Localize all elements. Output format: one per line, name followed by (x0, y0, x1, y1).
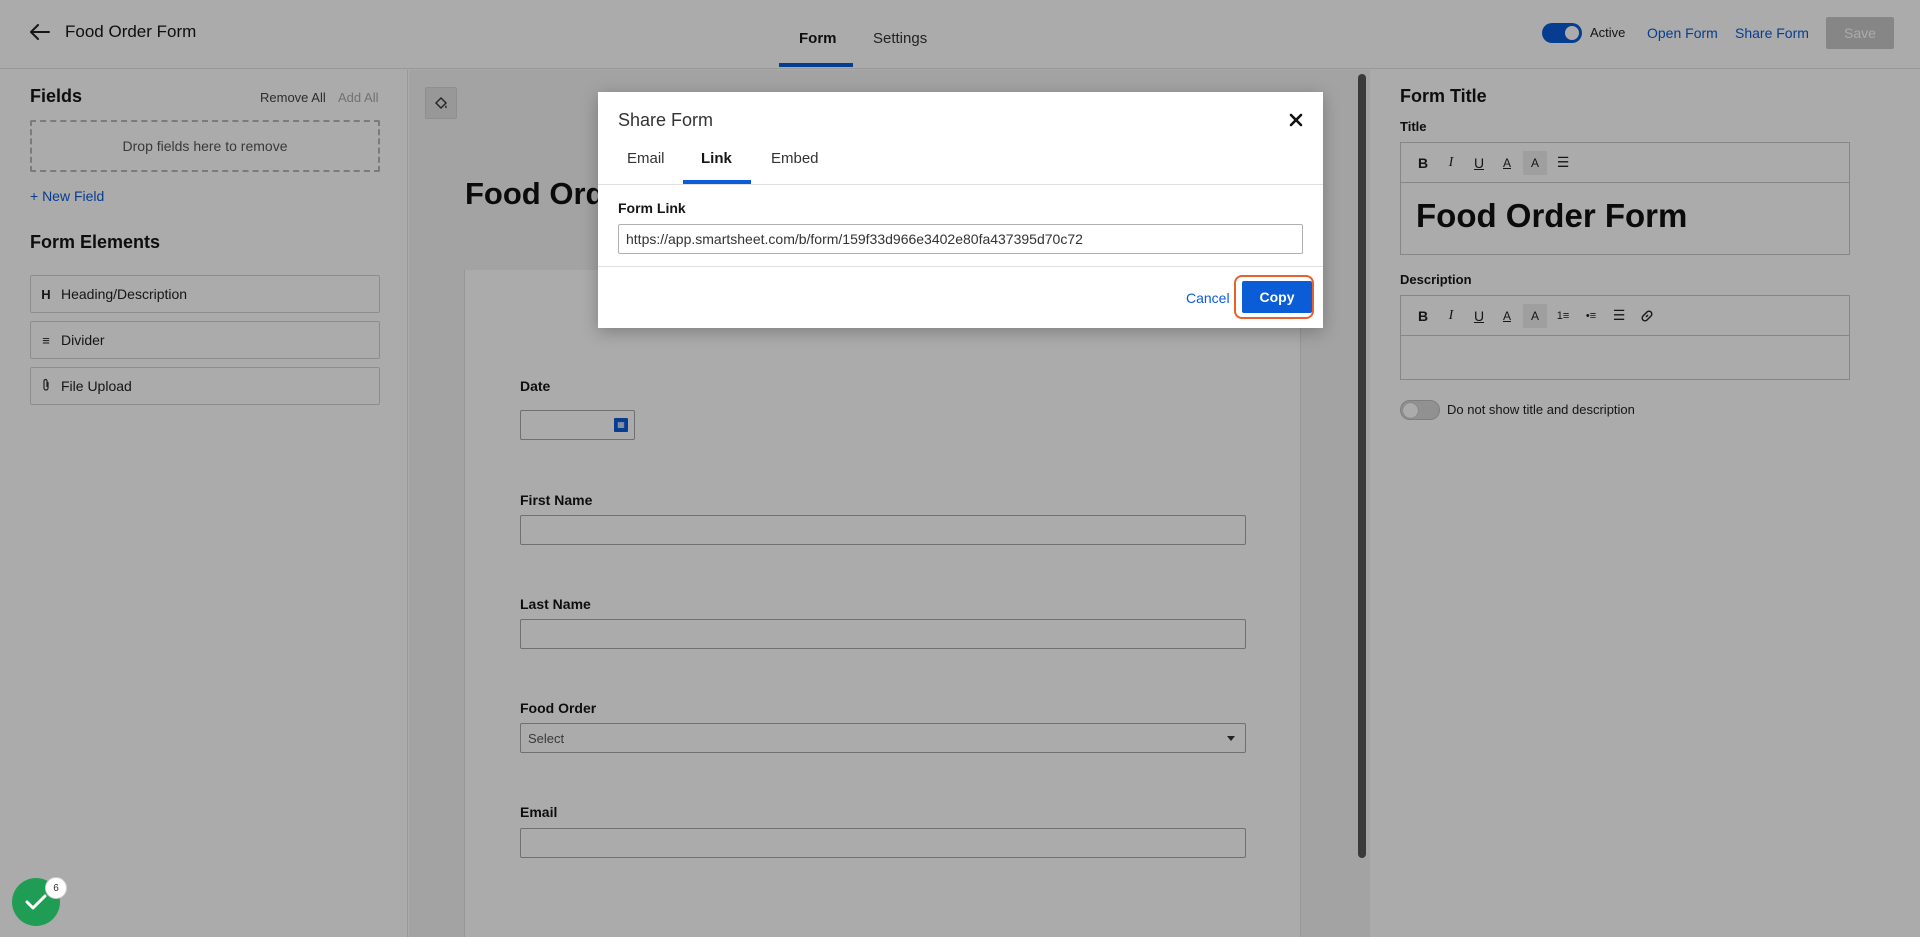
copy-button[interactable]: Copy (1242, 281, 1312, 313)
footer-divider (598, 266, 1323, 267)
share-form-dialog: Share Form Email Link Embed Form Link ht… (598, 92, 1323, 328)
form-link-label: Form Link (618, 200, 686, 216)
tab-embed[interactable]: Embed (771, 150, 819, 167)
dialog-title: Share Form (618, 110, 714, 130)
form-link-field[interactable]: https://app.smartsheet.com/b/form/159f33… (618, 224, 1303, 254)
tab-email[interactable]: Email (627, 150, 665, 167)
checkmark-icon (25, 894, 47, 910)
tab-link[interactable]: Link (701, 150, 732, 167)
tab-divider (598, 184, 1323, 185)
cancel-button[interactable]: Cancel (1186, 290, 1230, 306)
count-badge: 6 (45, 877, 67, 899)
close-icon[interactable] (1284, 108, 1308, 132)
